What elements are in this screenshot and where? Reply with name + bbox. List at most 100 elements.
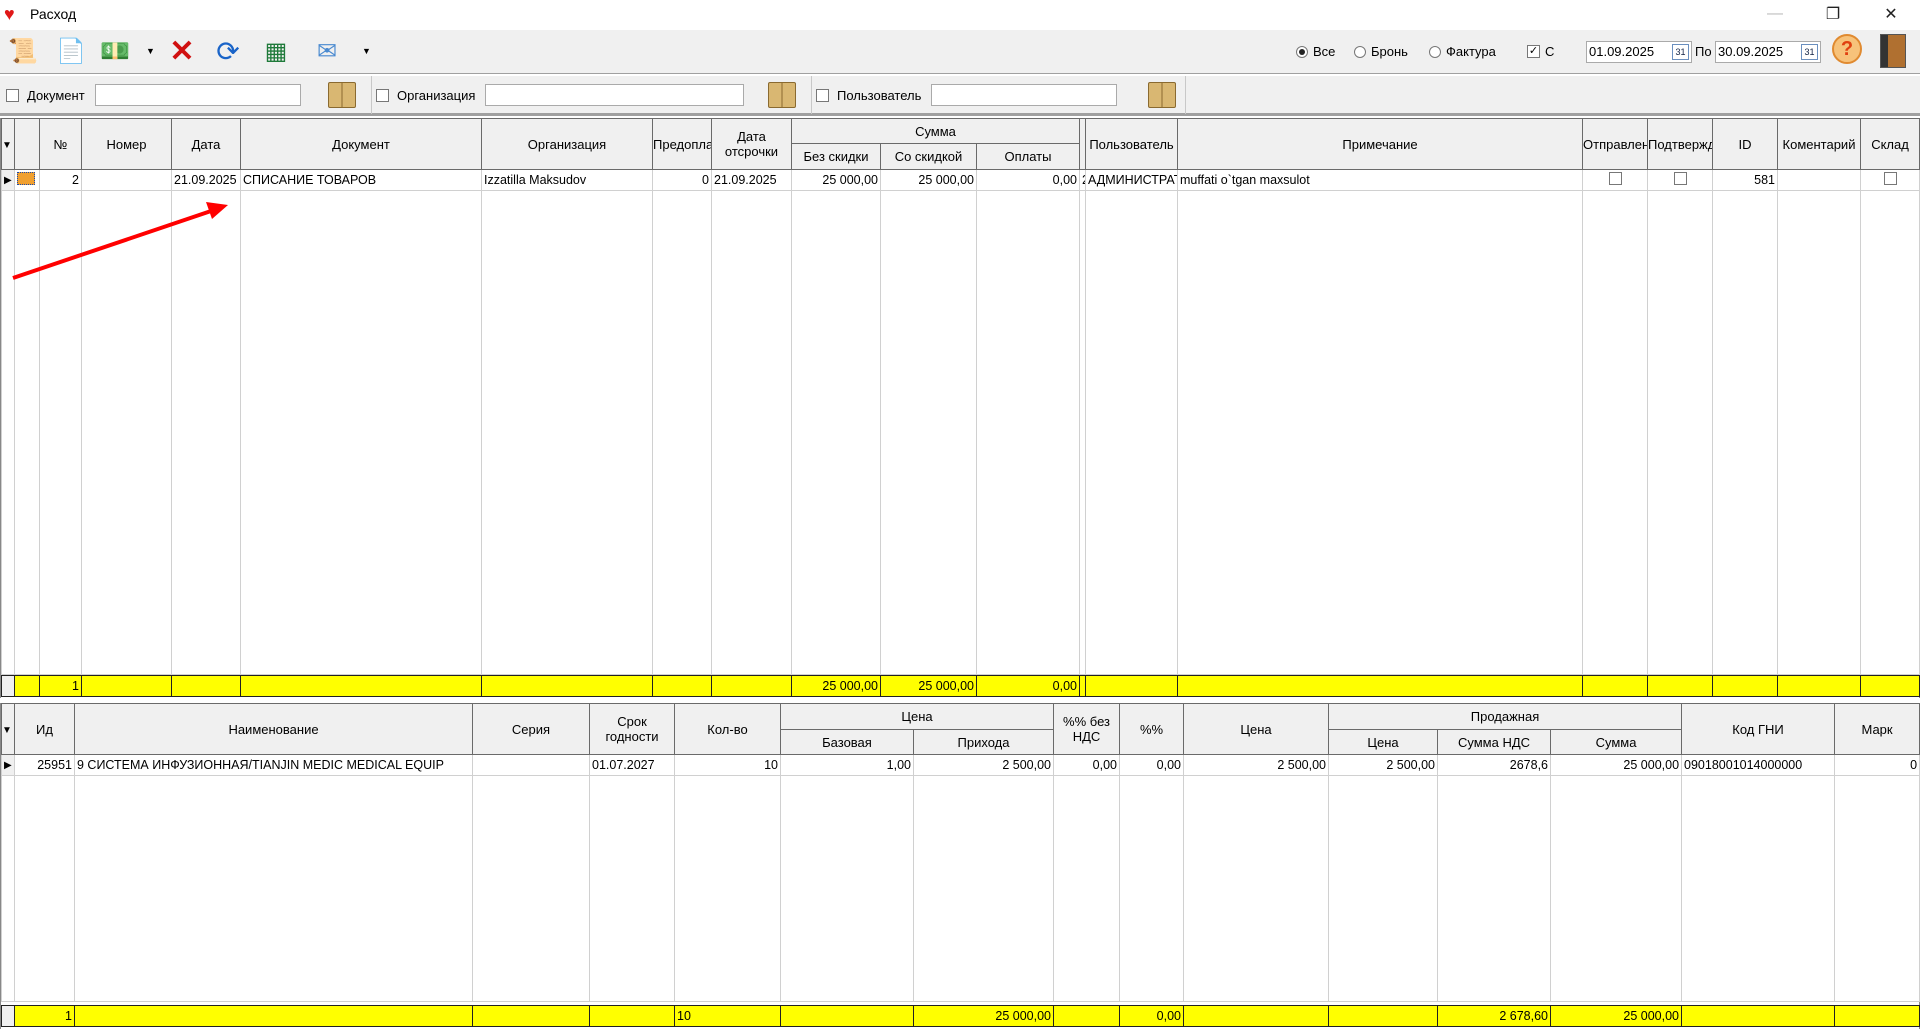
column-header-price-base[interactable]: Базовая	[780, 729, 914, 755]
filter-user-input[interactable]	[931, 84, 1118, 106]
radio-reserve-indicator[interactable]	[1354, 45, 1366, 58]
column-header-name[interactable]: Наименование	[74, 703, 473, 755]
column-header-pct-no-vat[interactable]: %% без НДС	[1053, 703, 1121, 755]
filter-document-input[interactable]	[94, 84, 301, 106]
radio-all[interactable]: Все	[1296, 44, 1335, 59]
column-header-price-final[interactable]: Цена	[1183, 703, 1330, 755]
cell-sale-sum[interactable]: 25 000,00	[1550, 754, 1683, 776]
calendar-icon[interactable]: 31	[1672, 44, 1689, 60]
column-header-sale-vat[interactable]: Сумма НДС	[1437, 729, 1552, 755]
cell-quantity[interactable]: 10	[674, 754, 781, 776]
cell-pct-no-vat[interactable]: 0,00	[1053, 754, 1121, 776]
column-header-series[interactable]: Серия	[472, 703, 590, 755]
book-lookup-icon[interactable]	[768, 82, 796, 108]
excel-export-icon[interactable]: ▦	[259, 34, 293, 68]
radio-invoice-indicator[interactable]	[1429, 45, 1441, 58]
date-to-field[interactable]: 30.09.2025 31	[1715, 41, 1821, 63]
cell-gni-code[interactable]: 09018001014000000	[1681, 754, 1836, 776]
column-header-sale-sum[interactable]: Сумма	[1550, 729, 1683, 755]
help-icon[interactable]: ?	[1832, 34, 1862, 64]
cell-confirmed[interactable]	[1647, 169, 1713, 191]
cell-comment[interactable]	[1777, 169, 1861, 191]
table-row[interactable]: ▶ 25951 9 СИСТЕМА ИНФУЗИОННАЯ/TIANJIN MEDI…	[1, 754, 1920, 776]
delete-icon[interactable]: ✕	[165, 34, 199, 68]
cell-deferral-date[interactable]: 21.09.2025	[711, 169, 792, 191]
cell-sum-discount[interactable]: 25 000,00	[880, 169, 977, 191]
cell-sale-price[interactable]: 2 500,00	[1328, 754, 1439, 776]
column-header-sum-no-discount[interactable]: Без скидки	[791, 143, 881, 170]
radio-invoice[interactable]: Фактура	[1429, 44, 1496, 59]
documents-grid[interactable]: ▼ №НомерДатаДокументОрганизацияПредоплата…	[0, 118, 1920, 698]
column-header-mark[interactable]: Марк	[1834, 703, 1920, 755]
cell-warehouse[interactable]	[1860, 169, 1920, 191]
filter-user-checkbox[interactable]	[816, 88, 829, 102]
column-header-sent[interactable]: Отправлен	[1582, 118, 1648, 170]
column-menu-icon[interactable]: ▼	[3, 725, 12, 736]
close-button[interactable]: ✕	[1862, 0, 1920, 28]
cell-price[interactable]: 2 500,00	[1183, 754, 1330, 776]
column-header-menu[interactable]: ▼	[1, 703, 15, 755]
column-header-menu[interactable]: ▼	[1, 118, 15, 170]
column-header-price[interactable]: Цена	[779, 703, 1055, 730]
date-from-field[interactable]: 01.09.2025 31	[1586, 41, 1692, 63]
cell-payments[interactable]: 0,00	[976, 169, 1080, 191]
cell-series[interactable]	[472, 754, 590, 776]
column-header-confirmed[interactable]: Подтвержд	[1647, 118, 1713, 170]
row-checkbox[interactable]	[1883, 172, 1897, 185]
column-header-doc-number[interactable]: Номер	[81, 118, 172, 170]
column-header-warehouse[interactable]: Склад	[1860, 118, 1920, 170]
column-header-quantity[interactable]: Кол-во	[674, 703, 781, 755]
column-header-id[interactable]: Ид	[14, 703, 75, 755]
cell-price-base[interactable]: 1,00	[780, 754, 914, 776]
cell-user[interactable]: АДМИНИСТРАТОР	[1085, 169, 1178, 191]
column-header-payments[interactable]: Оплаты	[976, 143, 1080, 170]
filter-document-checkbox[interactable]	[6, 88, 19, 102]
column-header-date[interactable]: Дата	[171, 118, 241, 170]
cell-icon[interactable]	[14, 169, 40, 191]
cell-sum-no-discount[interactable]: 25 000,00	[791, 169, 881, 191]
cell-id[interactable]: 25951	[14, 754, 75, 776]
column-header-price-income[interactable]: Прихода	[912, 729, 1055, 755]
row-pointer-icon[interactable]: ▶	[1, 169, 15, 191]
row-pointer-icon[interactable]: ▶	[1, 754, 15, 776]
cell-prepayment[interactable]: 0	[652, 169, 712, 191]
cell-sent[interactable]	[1582, 169, 1648, 191]
column-header-organization[interactable]: Организация	[481, 118, 653, 170]
cell-mark[interactable]: 0	[1834, 754, 1920, 776]
column-header-icon[interactable]	[14, 118, 40, 170]
report-icon[interactable]: 📜	[6, 34, 40, 68]
column-header-gni-code[interactable]: Код ГНИ	[1681, 703, 1836, 755]
book-lookup-icon[interactable]	[328, 82, 356, 108]
column-header-sum[interactable]: Сумма	[791, 118, 1080, 144]
column-header-deferral-date[interactable]: Дата отсрочки	[711, 118, 792, 170]
table-row[interactable]: ▶ 2 21.09.2025 СПИСАНИЕ ТОВАРОВ Izzatilla Ma…	[1, 169, 1920, 191]
row-checkbox[interactable]	[1673, 172, 1687, 185]
column-header-prepayment[interactable]: Предоплата	[652, 118, 712, 170]
column-header-sale-price[interactable]: Цена	[1328, 729, 1439, 755]
restore-button[interactable]: ❐	[1804, 0, 1862, 28]
column-header-pct[interactable]: %%	[1119, 703, 1185, 755]
column-header-user[interactable]: Пользователь	[1085, 118, 1178, 170]
column-header-sale[interactable]: Продажная	[1328, 703, 1683, 730]
cell-number[interactable]: 2	[39, 169, 82, 191]
email-dropdown-arrow[interactable]: ▼	[362, 46, 371, 56]
cell-note[interactable]: muffati o`tgan maxsulot	[1177, 169, 1583, 191]
cell-id[interactable]: 581	[1712, 169, 1778, 191]
from-date-checkbox[interactable]: ✓ С	[1527, 44, 1554, 59]
column-header-document[interactable]: Документ	[240, 118, 482, 170]
column-header-number[interactable]: №	[39, 118, 82, 170]
document-icon[interactable]: 📄	[54, 34, 88, 68]
cell-date[interactable]: 21.09.2025	[171, 169, 241, 191]
minimize-button[interactable]: —	[1746, 0, 1804, 28]
cell-pct[interactable]: 0,00	[1119, 754, 1185, 776]
cell-expiry[interactable]: 01.07.2027	[589, 754, 675, 776]
cell-organization[interactable]: Izzatilla Maksudov	[481, 169, 653, 191]
exit-door-icon[interactable]	[1880, 34, 1906, 68]
radio-reserve[interactable]: Бронь	[1354, 44, 1408, 59]
cell-price-income[interactable]: 2 500,00	[912, 754, 1055, 776]
radio-all-indicator[interactable]	[1296, 45, 1308, 58]
column-menu-icon[interactable]: ▼	[3, 140, 12, 151]
column-header-expiry[interactable]: Срок годности	[589, 703, 675, 755]
cell-sale-vat[interactable]: 2678,6	[1437, 754, 1552, 776]
column-header-sum-discount[interactable]: Со скидкой	[880, 143, 977, 170]
